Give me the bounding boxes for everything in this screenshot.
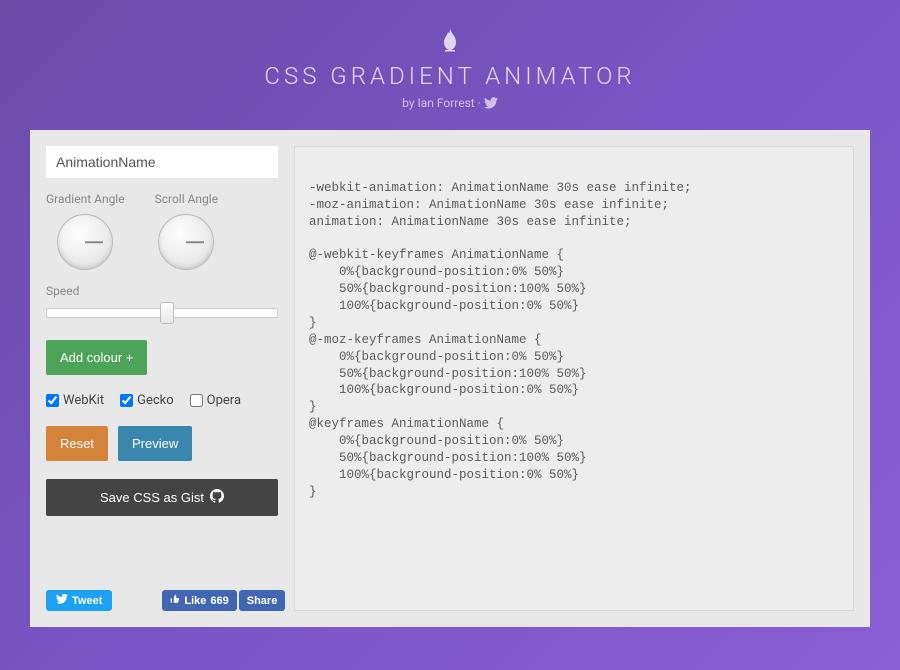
scroll-angle-group: Scroll Angle	[155, 192, 219, 270]
slider-thumb[interactable]	[160, 302, 174, 324]
preview-button[interactable]: Preview	[118, 426, 192, 461]
save-gist-button[interactable]: Save CSS as Gist	[46, 479, 278, 516]
gecko-checkbox[interactable]	[120, 394, 133, 407]
opera-checkbox[interactable]	[190, 394, 203, 407]
scroll-angle-label: Scroll Angle	[155, 192, 219, 206]
animation-name-input[interactable]	[46, 146, 278, 178]
byline-separator: ·	[475, 96, 484, 110]
fb-like-button[interactable]: Like 669	[162, 590, 236, 611]
thumbs-up-icon	[170, 594, 180, 607]
tweet-button[interactable]: Tweet	[46, 590, 112, 611]
facebook-group: Like 669 Share	[162, 590, 285, 611]
opera-check[interactable]: Opera	[190, 393, 241, 408]
twitter-bird-icon	[56, 594, 68, 607]
byline: by Ian Forrest ·	[0, 96, 900, 112]
speed-label: Speed	[46, 284, 278, 298]
flame-icon	[0, 28, 900, 56]
speed-slider[interactable]	[46, 304, 278, 322]
opera-label: Opera	[207, 393, 241, 408]
author-link[interactable]: Ian Forrest	[417, 96, 474, 110]
vendor-checks: WebKit Gecko Opera	[46, 393, 278, 408]
action-row: Reset Preview	[46, 426, 278, 461]
gradient-angle-label: Gradient Angle	[46, 192, 125, 206]
add-colour-button[interactable]: Add colour +	[46, 340, 147, 375]
controls-column: Gradient Angle Scroll Angle Speed Add co…	[46, 146, 278, 611]
reset-button[interactable]: Reset	[46, 426, 108, 461]
fb-like-label: Like	[184, 595, 206, 607]
social-row: Tweet Like 669 Share	[46, 590, 278, 611]
dials-row: Gradient Angle Scroll Angle	[46, 192, 278, 270]
gradient-angle-group: Gradient Angle	[46, 192, 125, 270]
github-icon	[210, 489, 224, 506]
scroll-angle-dial[interactable]	[158, 214, 214, 270]
fb-share-label: Share	[247, 595, 278, 607]
main-panel: Gradient Angle Scroll Angle Speed Add co…	[30, 130, 870, 627]
code-output[interactable]: -webkit-animation: AnimationName 30s eas…	[294, 146, 854, 611]
webkit-checkbox[interactable]	[46, 394, 59, 407]
byline-prefix: by	[402, 96, 417, 110]
webkit-label: WebKit	[63, 393, 104, 408]
gecko-label: Gecko	[137, 393, 174, 408]
page-title: CSS GRADIENT ANIMATOR	[0, 62, 900, 90]
webkit-check[interactable]: WebKit	[46, 393, 104, 408]
app-header: CSS GRADIENT ANIMATOR by Ian Forrest ·	[0, 0, 900, 130]
tweet-label: Tweet	[72, 595, 102, 607]
gradient-angle-dial[interactable]	[57, 214, 113, 270]
fb-like-count: 669	[210, 595, 228, 607]
save-gist-label: Save CSS as Gist	[100, 490, 204, 505]
twitter-icon[interactable]	[484, 98, 498, 112]
fb-share-button[interactable]: Share	[239, 590, 286, 611]
gecko-check[interactable]: Gecko	[120, 393, 174, 408]
